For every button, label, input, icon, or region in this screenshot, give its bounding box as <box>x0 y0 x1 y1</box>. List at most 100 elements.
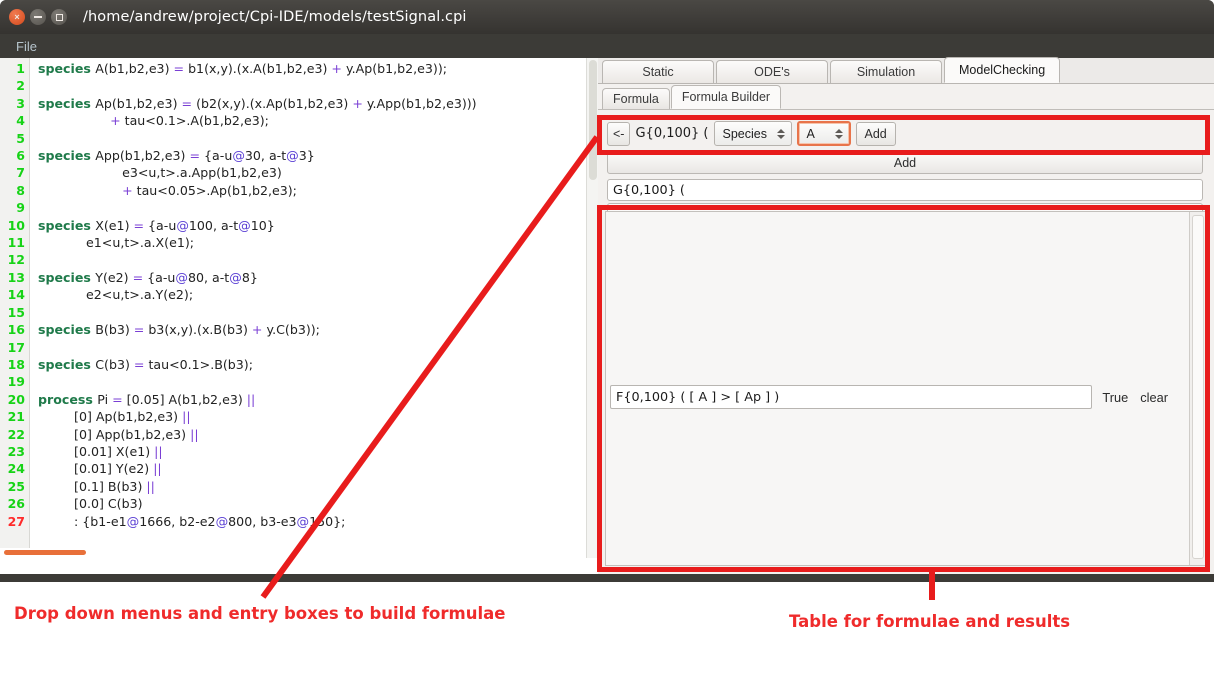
application-window: × /home/andrew/project/Cpi-IDE/models/te… <box>0 0 1214 582</box>
code-token: 800, b3-e3 <box>228 513 297 529</box>
window-title: /home/andrew/project/Cpi-IDE/models/test… <box>83 9 467 25</box>
line-number: 5 <box>16 130 25 146</box>
code-line: [0] App(b1,b2,e3) || <box>38 426 586 443</box>
code-line: species C(b3) = tau<0.1>.B(b3); <box>38 356 586 373</box>
editor-horizontal-scrollbar[interactable] <box>0 548 586 558</box>
line-number: 18 <box>7 356 25 372</box>
code-line: [0.01] X(e1) || <box>38 443 586 460</box>
menu-item-file[interactable]: File <box>12 39 41 54</box>
code-token: B(b3) <box>95 322 134 338</box>
code-token: (b2(x,y).(x.Ap(b1,b2,e3) <box>196 95 353 111</box>
window-controls: × <box>9 9 67 25</box>
main-tab-bar: Static ODE's Simulation ModelChecking <box>598 57 1214 84</box>
tab-static[interactable]: Static <box>602 60 714 83</box>
sub-tab-bar: Formula Formula Builder <box>598 85 1214 110</box>
tab-ode-s[interactable]: ODE's <box>716 60 828 83</box>
line-number: 9 <box>16 200 25 216</box>
code-token: @ <box>176 217 189 233</box>
line-number: 6 <box>16 148 25 164</box>
tab-label: Simulation <box>856 65 916 79</box>
table-vertical-scrollbar[interactable] <box>1189 212 1205 565</box>
code-token: @ <box>238 217 251 233</box>
add-formula-button[interactable]: Add <box>607 152 1203 174</box>
minimize-window-button[interactable] <box>30 9 46 25</box>
code-token: species <box>38 269 96 285</box>
tab-modelchecking[interactable]: ModelChecking <box>944 57 1061 83</box>
subtab-formula-builder[interactable]: Formula Builder <box>670 85 782 109</box>
code-token: || <box>154 443 163 459</box>
code-line: e2<u,t>.a.Y(e2); <box>38 286 586 303</box>
line-number: 8 <box>16 182 25 198</box>
code-token: e3<u,t>.a.App(b1,b2,e3) <box>38 165 282 181</box>
type-dropdown[interactable]: Species <box>713 121 792 146</box>
line-number: 1 <box>16 61 25 76</box>
clear-button[interactable]: clear <box>1138 390 1170 405</box>
code-token: = <box>133 217 149 233</box>
line-number: 19 <box>7 374 25 390</box>
code-line: [0.0] C(b3) <box>38 495 586 512</box>
species-dropdown[interactable]: A <box>796 121 851 146</box>
code-token: 80, a-t <box>187 269 230 285</box>
code-line: species Ap(b1,b2,e3) = (b2(x,y).(x.Ap(b1… <box>38 95 586 112</box>
add-term-button[interactable]: Add <box>855 121 896 146</box>
code-token: y.C(b3)); <box>266 322 320 338</box>
code-token: [0.05] A(b1,b2,e3) <box>126 391 247 407</box>
code-line: : {b1-e1@1666, b2-e2@800, b3-e3@150}; <box>38 513 586 530</box>
editor-vertical-scrollbar-thumb[interactable] <box>589 60 597 180</box>
code-token: [0] Ap(b1,b2,e3) <box>38 409 183 425</box>
code-editor[interactable]: 1 2 3 4 5 6 7 8 9 10 11 12 13 14 15 16 17 18 19 20 21 22 23 24 2… <box>0 58 586 558</box>
formula-input[interactable]: F{0,100} ( [ A ] > [ Ap ] ) <box>610 385 1093 409</box>
code-token: tau<0.1>.B(b3); <box>148 356 253 372</box>
code-text-area[interactable]: species A(b1,b2,e3) = b1(x,y).(x.A(b1,b2… <box>30 58 586 558</box>
code-token: [0.0] C(b3) <box>38 496 143 512</box>
code-token: = <box>112 391 127 407</box>
code-token: App(b1,b2,e3) <box>95 148 190 164</box>
code-token: {a-u <box>148 217 177 233</box>
editor-horizontal-scrollbar-thumb[interactable] <box>4 550 86 555</box>
maximize-window-button[interactable] <box>51 9 67 25</box>
line-number: 12 <box>7 252 25 268</box>
line-number-gutter: 1 2 3 4 5 6 7 8 9 10 11 12 13 14 15 16 17 18 19 20 21 22 23 24 2… <box>0 58 30 558</box>
code-line: [0.1] B(b3) || <box>38 478 586 495</box>
screenshot-root: × /home/andrew/project/Cpi-IDE/models/te… <box>0 0 1214 679</box>
back-button[interactable]: <- <box>607 121 631 146</box>
code-token: [0.1] B(b3) <box>38 478 147 494</box>
code-token: @ <box>215 513 229 529</box>
code-token: = <box>133 356 149 372</box>
code-token: species <box>38 148 96 164</box>
code-token: b1(x,y).(x.A(b1,b2,e3) <box>188 61 332 76</box>
code-token: X(e1) <box>95 217 134 233</box>
code-token: : {b1-e1 <box>38 513 127 529</box>
line-number: 20 <box>7 391 25 407</box>
editor-vertical-scrollbar[interactable] <box>586 58 598 558</box>
close-window-button[interactable]: × <box>9 9 25 25</box>
code-token: + <box>251 322 267 338</box>
code-line: species B(b3) = b3(x,y).(x.B(b3) + y.C(b… <box>38 321 586 338</box>
table-vertical-scrollbar-thumb[interactable] <box>1192 215 1204 559</box>
code-token: || <box>190 426 199 442</box>
code-line: species Y(e2) = {a-u@80, a-t@8} <box>38 269 586 286</box>
line-number: 13 <box>7 269 25 285</box>
code-token: 3} <box>298 148 315 164</box>
code-token: + <box>352 95 367 111</box>
code-token: A(b1,b2,e3) <box>95 61 174 76</box>
subtab-formula[interactable]: Formula <box>602 88 670 109</box>
code-token: @ <box>296 513 310 529</box>
code-token: + <box>331 61 346 76</box>
type-dropdown-value: Species <box>722 126 767 141</box>
code-token: process <box>38 391 98 407</box>
code-token: {a-u <box>147 269 176 285</box>
table-row: F{0,100} ( [ A ] > [ Ap ] ) True clear <box>610 384 1170 410</box>
code-token: = <box>189 148 205 164</box>
tab-simulation[interactable]: Simulation <box>830 60 942 83</box>
line-number: 25 <box>7 478 25 494</box>
formula-preview-field[interactable]: G{0,100} ( <box>607 179 1203 201</box>
code-token: Ap(b1,b2,e3) <box>95 95 182 111</box>
code-token: = <box>181 95 197 111</box>
